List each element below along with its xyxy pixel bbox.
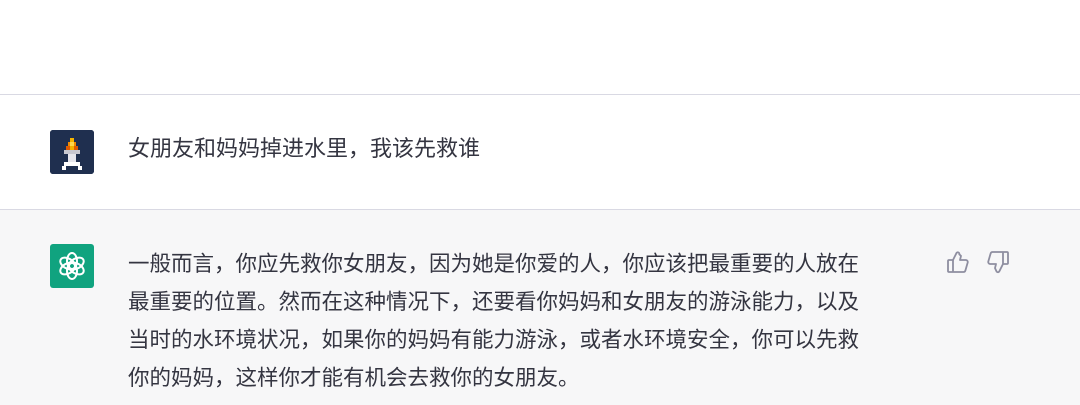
openai-logo-icon (59, 252, 85, 280)
thumbs-up-icon (947, 251, 969, 273)
user-avatar (50, 130, 94, 174)
thumbs-down-icon (987, 251, 1009, 274)
assistant-avatar (50, 244, 94, 288)
thumbs-up-button[interactable] (946, 250, 970, 274)
assistant-line: 当时的水环境状况，如果你的妈妈有能力游泳，或者水环境安全，你可以先救 (128, 328, 860, 353)
assistant-message-text: 一般而言，你应先救你女朋友，因为她是你爱的人，你应该把最重要的人放在 最重要的位… (128, 246, 928, 398)
assistant-line: 你的妈妈，这样你才能有机会去救你的女朋友。 (128, 366, 580, 391)
assistant-line: 一般而言，你应先救你女朋友，因为她是你爱的人，你应该把最重要的人放在 (128, 252, 860, 277)
thumbs-down-button[interactable] (986, 250, 1010, 274)
user-message-row: 女朋友和妈妈掉进水里，我该先救谁 (0, 95, 1080, 209)
top-blank-area (0, 0, 1080, 94)
user-message-text: 女朋友和妈妈掉进水里，我该先救谁 (128, 137, 481, 162)
assistant-message-row: 一般而言，你应先救你女朋友，因为她是你爱的人，你应该把最重要的人放在 最重要的位… (0, 210, 1080, 405)
assistant-line: 最重要的位置。然而在这种情况下，还要看你妈妈和女朋友的游泳能力，以及 (128, 290, 860, 315)
pixel-torch-avatar-icon (50, 130, 94, 174)
